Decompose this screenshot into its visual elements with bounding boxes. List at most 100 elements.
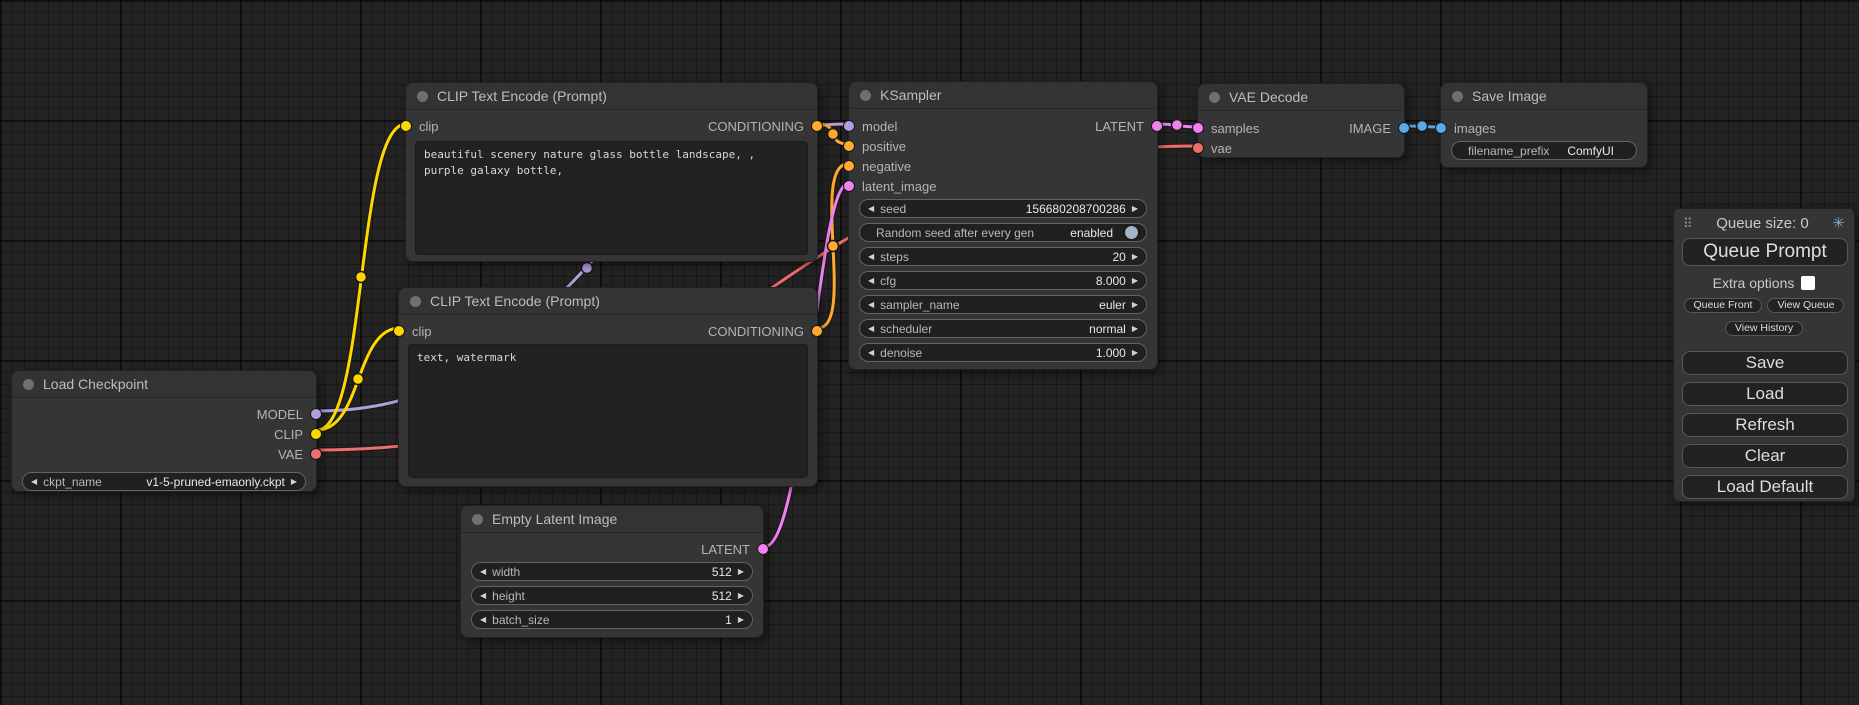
load-default-button[interactable]: Load Default (1682, 475, 1848, 499)
model-input-slot[interactable] (844, 121, 854, 131)
scheduler-widget[interactable]: ◀ scheduler normal ▶ (859, 319, 1147, 338)
height-widget[interactable]: ◀ height 512 ▶ (471, 586, 753, 605)
decrement-arrow-icon[interactable]: ◀ (868, 277, 874, 285)
refresh-button[interactable]: Refresh (1682, 413, 1848, 437)
settings-gear-icon[interactable]: ✳ (1832, 216, 1845, 231)
vae-input-slot[interactable] (1193, 143, 1203, 153)
latent-output-slot[interactable] (758, 544, 768, 554)
save-button[interactable]: Save (1682, 351, 1848, 375)
images-input-slot[interactable] (1436, 123, 1446, 133)
decrement-arrow-icon[interactable]: ◀ (868, 253, 874, 261)
sampler-name-widget[interactable]: ◀ sampler_name euler ▶ (859, 295, 1147, 314)
model-output-slot[interactable] (311, 409, 321, 419)
steps-widget[interactable]: ◀ steps 20 ▶ (859, 247, 1147, 266)
increment-arrow-icon[interactable]: ▶ (738, 616, 744, 624)
node-title-bar[interactable]: CLIP Text Encode (Prompt) (406, 83, 817, 110)
node-empty-latent-image[interactable]: Empty Latent Image LATENT ◀ width 512 ▶ … (460, 505, 764, 638)
latent-output-slot[interactable] (1152, 121, 1162, 131)
node-ksampler[interactable]: KSampler model LATENT positive negative … (848, 81, 1158, 370)
increment-arrow-icon[interactable]: ▶ (1132, 277, 1138, 285)
samples-input-slot[interactable] (1193, 123, 1203, 133)
node-clip-text-encode-negative[interactable]: CLIP Text Encode (Prompt) clip CONDITION… (398, 287, 818, 487)
widget-value: euler (1099, 298, 1126, 312)
samples-input-label: samples (1211, 121, 1259, 136)
extra-options-checkbox[interactable] (1801, 276, 1815, 290)
collapse-dot-icon[interactable] (410, 296, 421, 307)
slot-row: vae (1198, 138, 1404, 158)
extra-options-label: Extra options (1713, 275, 1795, 291)
conditioning-output-slot[interactable] (812, 121, 822, 131)
random-seed-toggle-widget[interactable]: Random seed after every gen enabled (859, 223, 1147, 242)
view-history-button[interactable]: View History (1725, 321, 1803, 336)
widget-label: Random seed after every gen (876, 226, 1034, 240)
filename-prefix-widget[interactable]: filename_prefix ComfyUI (1451, 141, 1637, 160)
conditioning-output-slot[interactable] (812, 326, 822, 336)
decrement-arrow-icon[interactable]: ◀ (868, 349, 874, 357)
cfg-widget[interactable]: ◀ cfg 8.000 ▶ (859, 271, 1147, 290)
increment-arrow-icon[interactable]: ▶ (738, 568, 744, 576)
increment-arrow-icon[interactable]: ▶ (291, 478, 297, 486)
clip-input-slot[interactable] (394, 326, 404, 336)
toggle-indicator[interactable] (1125, 226, 1138, 239)
clip-input-slot[interactable] (401, 121, 411, 131)
ckpt-name-widget[interactable]: ◀ ckpt_name v1-5-pruned-emaonly.ckpt ▶ (22, 472, 306, 491)
slot-row: model LATENT (849, 116, 1157, 136)
decrement-arrow-icon[interactable]: ◀ (31, 478, 37, 486)
node-load-checkpoint[interactable]: Load Checkpoint MODEL CLIP VAE ◀ ckpt_na… (11, 370, 317, 492)
collapse-dot-icon[interactable] (417, 91, 428, 102)
collapse-dot-icon[interactable] (23, 379, 34, 390)
positive-input-slot[interactable] (844, 141, 854, 151)
link-midpoint-dot (356, 272, 367, 283)
node-title-bar[interactable]: Save Image (1441, 83, 1647, 110)
node-graph-canvas[interactable]: Load Checkpoint MODEL CLIP VAE ◀ ckpt_na… (0, 0, 1859, 705)
collapse-dot-icon[interactable] (860, 90, 871, 101)
slot-row: VAE (12, 444, 316, 464)
vae-output-slot[interactable] (311, 449, 321, 459)
widget-label: height (492, 589, 525, 603)
increment-arrow-icon[interactable]: ▶ (1132, 301, 1138, 309)
decrement-arrow-icon[interactable]: ◀ (868, 325, 874, 333)
collapse-dot-icon[interactable] (472, 514, 483, 525)
decrement-arrow-icon[interactable]: ◀ (868, 205, 874, 213)
seed-widget[interactable]: ◀ seed 156680208700286 ▶ (859, 199, 1147, 218)
node-title-bar[interactable]: Empty Latent Image (461, 506, 763, 533)
prompt-textarea[interactable]: beautiful scenery nature glass bottle la… (415, 141, 808, 255)
decrement-arrow-icon[interactable]: ◀ (480, 568, 486, 576)
node-title-bar[interactable]: KSampler (849, 82, 1157, 109)
queue-front-button[interactable]: Queue Front (1684, 298, 1763, 313)
clip-output-slot[interactable] (311, 429, 321, 439)
width-widget[interactable]: ◀ width 512 ▶ (471, 562, 753, 581)
load-button[interactable]: Load (1682, 382, 1848, 406)
node-clip-text-encode-positive[interactable]: CLIP Text Encode (Prompt) clip CONDITION… (405, 82, 818, 262)
increment-arrow-icon[interactable]: ▶ (1132, 205, 1138, 213)
latent-image-input-slot[interactable] (844, 181, 854, 191)
drag-handle-icon[interactable]: ⠿ (1683, 217, 1693, 230)
view-queue-button[interactable]: View Queue (1767, 298, 1844, 313)
decrement-arrow-icon[interactable]: ◀ (480, 592, 486, 600)
batch-size-widget[interactable]: ◀ batch_size 1 ▶ (471, 610, 753, 629)
node-title-bar[interactable]: Load Checkpoint (12, 371, 316, 398)
widget-value: enabled (1070, 226, 1113, 240)
widget-label: cfg (880, 274, 896, 288)
collapse-dot-icon[interactable] (1452, 91, 1463, 102)
queue-prompt-button[interactable]: Queue Prompt (1682, 238, 1848, 266)
prompt-textarea[interactable]: text, watermark (408, 344, 808, 478)
clip-output-label: CLIP (274, 427, 303, 442)
node-title-bar[interactable]: VAE Decode (1198, 84, 1404, 111)
clear-button[interactable]: Clear (1682, 444, 1848, 468)
increment-arrow-icon[interactable]: ▶ (1132, 253, 1138, 261)
node-vae-decode[interactable]: VAE Decode samples IMAGE vae (1197, 83, 1405, 158)
increment-arrow-icon[interactable]: ▶ (1132, 349, 1138, 357)
increment-arrow-icon[interactable]: ▶ (738, 592, 744, 600)
increment-arrow-icon[interactable]: ▶ (1132, 325, 1138, 333)
decrement-arrow-icon[interactable]: ◀ (480, 616, 486, 624)
node-save-image[interactable]: Save Image images filename_prefix ComfyU… (1440, 82, 1648, 168)
slot-row: samples IMAGE (1198, 118, 1404, 138)
decrement-arrow-icon[interactable]: ◀ (868, 301, 874, 309)
image-output-slot[interactable] (1399, 123, 1409, 133)
denoise-widget[interactable]: ◀ denoise 1.000 ▶ (859, 343, 1147, 362)
collapse-dot-icon[interactable] (1209, 92, 1220, 103)
queue-panel: ⠿ Queue size: 0 ✳ Queue Prompt Extra opt… (1673, 208, 1855, 502)
node-title-bar[interactable]: CLIP Text Encode (Prompt) (399, 288, 817, 315)
negative-input-slot[interactable] (844, 161, 854, 171)
